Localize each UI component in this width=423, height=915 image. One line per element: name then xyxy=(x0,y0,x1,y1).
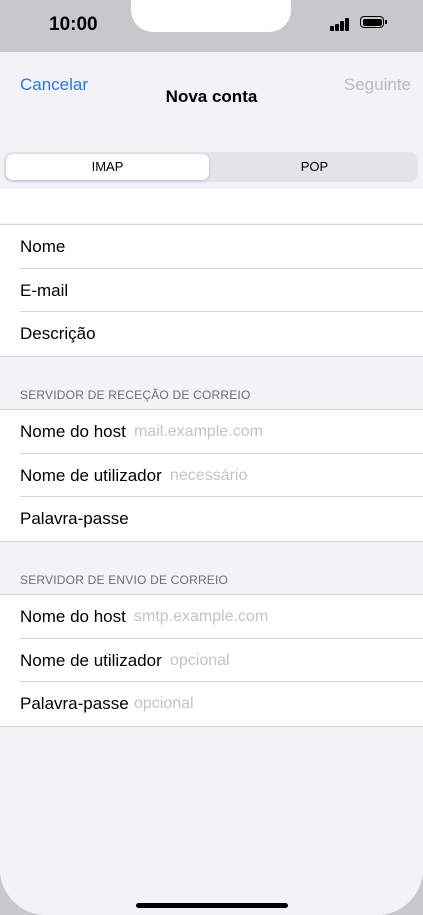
email-field[interactable]: E-mail xyxy=(0,269,423,312)
outgoing-server-header: SERVIDOR DE ENVIO DE CORREIO xyxy=(20,573,229,587)
incoming-server-group: Nome do host mail.example.com Nome de ut… xyxy=(0,409,423,542)
incoming-host-placeholder: mail.example.com xyxy=(134,423,263,440)
outgoing-password-label: Palavra-passe xyxy=(20,694,129,713)
description-label: Descrição xyxy=(20,324,96,343)
outgoing-server-group: Nome do host smtp.example.com Nome de ut… xyxy=(0,594,423,727)
name-label: Nome xyxy=(20,237,66,256)
segment-spacer xyxy=(0,189,423,223)
segment-imap[interactable]: IMAP xyxy=(6,154,209,180)
account-info-group: Nome E-mail Descrição xyxy=(0,224,423,357)
name-field[interactable]: Nome xyxy=(0,225,423,269)
description-field[interactable]: Descrição xyxy=(0,312,423,356)
segment-pop[interactable]: POP xyxy=(213,154,416,180)
outgoing-user-field[interactable]: Nome de utilizador opcional xyxy=(0,639,423,682)
incoming-host-field[interactable]: Nome do host mail.example.com xyxy=(0,410,423,454)
outgoing-host-placeholder: smtp.example.com xyxy=(134,608,269,625)
incoming-password-label: Palavra-passe xyxy=(20,509,129,528)
outgoing-user-placeholder: opcional xyxy=(170,651,230,669)
screen: 10:00 Cancelar Nova conta Seguinte IMAP … xyxy=(0,0,423,915)
signal-icon xyxy=(330,17,354,31)
notch xyxy=(131,0,291,32)
outgoing-user-label: Nome de utilizador xyxy=(20,650,162,670)
account-type-segmented-control: IMAP POP xyxy=(4,152,418,182)
incoming-server-header: SERVIDOR DE RECEÇÃO DE CORREIO xyxy=(20,388,251,402)
outgoing-host-field[interactable]: Nome do host smtp.example.com xyxy=(0,595,423,639)
next-button[interactable]: Seguinte xyxy=(344,75,411,95)
incoming-password-field[interactable]: Palavra-passe xyxy=(0,497,423,541)
phone-frame: 10:00 Cancelar Nova conta Seguinte IMAP … xyxy=(0,0,423,915)
status-time: 10:00 xyxy=(49,14,98,35)
outgoing-password-placeholder: opcional xyxy=(134,695,194,712)
home-indicator[interactable] xyxy=(136,903,288,908)
status-bar: 10:00 xyxy=(0,0,423,52)
incoming-user-field[interactable]: Nome de utilizador necessário xyxy=(0,454,423,497)
battery-icon xyxy=(360,16,387,28)
outgoing-host-label: Nome do host xyxy=(20,607,126,626)
incoming-user-placeholder: necessário xyxy=(170,466,248,484)
incoming-host-label: Nome do host xyxy=(20,422,126,441)
email-label: E-mail xyxy=(20,280,69,300)
nav-bar: Cancelar Nova conta Seguinte xyxy=(0,52,423,142)
incoming-user-label: Nome de utilizador xyxy=(20,465,162,485)
new-account-sheet: Cancelar Nova conta Seguinte IMAP POP No… xyxy=(0,52,423,915)
outgoing-password-field[interactable]: Palavra-passe opcional xyxy=(0,682,423,726)
